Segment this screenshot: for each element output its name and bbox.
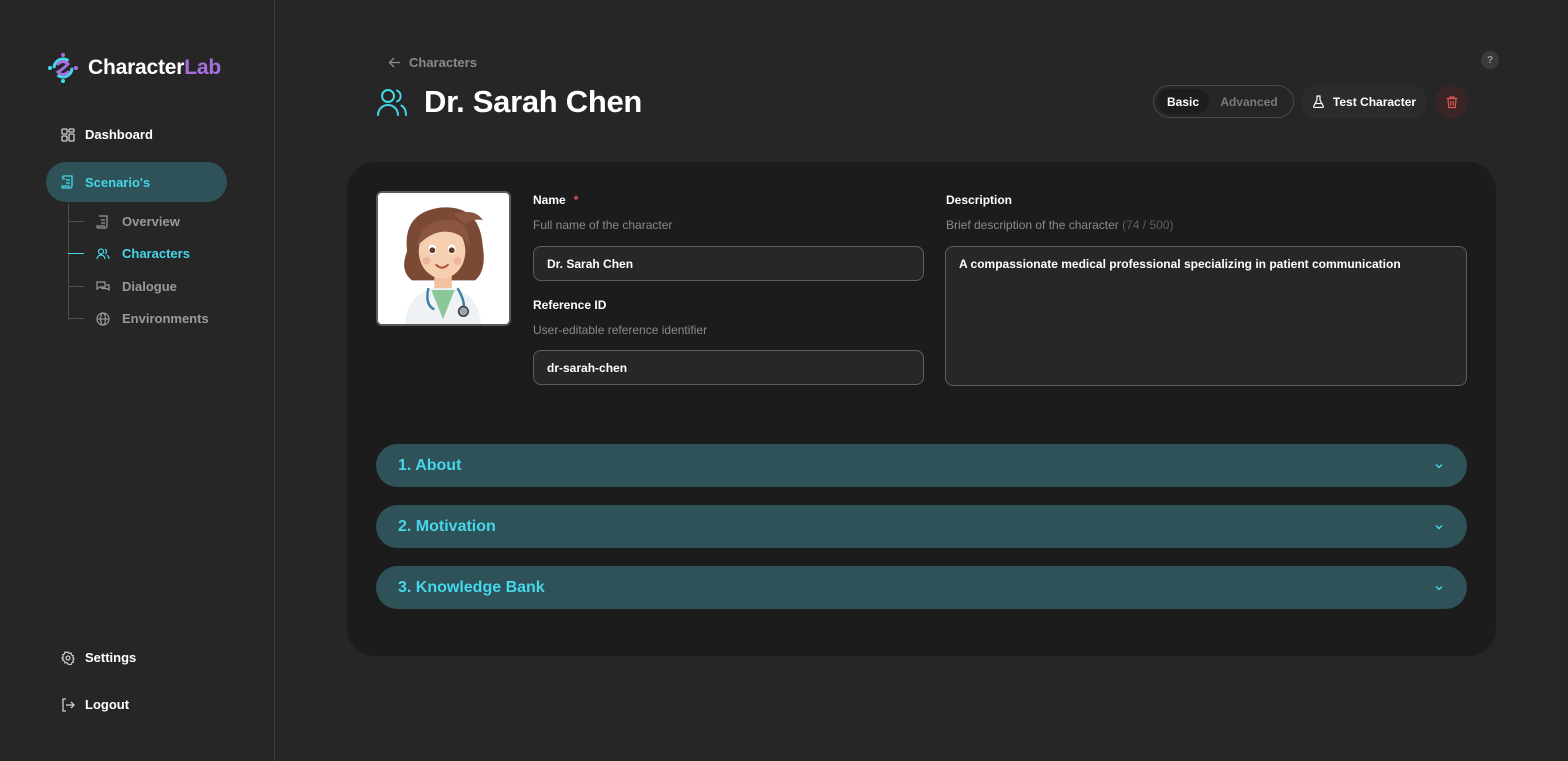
test-character-button[interactable]: Test Character: [1301, 85, 1427, 118]
breadcrumb-back[interactable]: Characters: [388, 55, 477, 70]
gear-icon: [61, 650, 75, 665]
chevron-down-icon: [1435, 463, 1443, 468]
logout-icon: [62, 697, 75, 712]
description-hint-text: Brief description of the character: [946, 218, 1119, 232]
description-label: Description: [946, 193, 1013, 207]
nav-scenarios-label: Scenario's: [85, 174, 151, 190]
app-logo[interactable]: CharacterLab: [46, 51, 221, 85]
tree-branch: [68, 286, 84, 287]
dashboard-icon: [61, 127, 75, 142]
scroll-icon: [61, 175, 73, 189]
name-input[interactable]: Dr. Sarah Chen: [533, 246, 924, 281]
reference-id-hint: User-editable reference identifier: [533, 323, 708, 337]
scroll-icon: [96, 214, 108, 229]
tree-branch: [68, 253, 84, 254]
nav-logout[interactable]: Logout: [61, 697, 129, 712]
sidebar-item-environments[interactable]: Environments: [68, 311, 209, 326]
delete-button[interactable]: [1435, 85, 1468, 118]
sidebar-item-overview-label: Overview: [122, 214, 180, 229]
section-about[interactable]: 1. About: [376, 444, 1467, 487]
mode-toggle: Basic Advanced: [1153, 85, 1294, 118]
description-hint: Brief description of the character (74 /…: [946, 218, 1173, 232]
help-button[interactable]: ?: [1481, 51, 1499, 69]
arrow-left-icon: [388, 57, 400, 68]
tree-branch: [68, 318, 84, 319]
sidebar-item-characters[interactable]: Characters: [68, 246, 190, 261]
section-about-title: 1. About: [398, 456, 462, 474]
tree-branch: [68, 221, 84, 222]
sidebar-item-overview[interactable]: Overview: [68, 214, 180, 229]
reference-id-input[interactable]: dr-sarah-chen: [533, 350, 924, 385]
description-char-count: (74 / 500): [1122, 218, 1174, 232]
doctor-portrait-image: [378, 193, 509, 324]
required-mark: *: [573, 193, 579, 207]
name-label-text: Name: [533, 193, 566, 207]
nav-settings[interactable]: Settings: [61, 650, 136, 665]
section-knowledge-bank-title: 3. Knowledge Bank: [398, 578, 545, 596]
sidebar: CharacterLab Dashboard Scenario's Overvi…: [0, 0, 275, 761]
name-label: Name *: [533, 193, 578, 207]
trash-icon: [1446, 95, 1457, 108]
nav-dashboard[interactable]: Dashboard: [61, 127, 153, 142]
mode-advanced-button[interactable]: Advanced: [1209, 89, 1289, 114]
nav-dashboard-label: Dashboard: [85, 127, 153, 142]
sidebar-item-dialogue-label: Dialogue: [122, 279, 177, 294]
page-title-row: Dr. Sarah Chen: [376, 84, 642, 120]
name-hint: Full name of the character: [533, 218, 673, 232]
nav-scenarios[interactable]: Scenario's: [46, 162, 227, 202]
sidebar-item-characters-label: Characters: [122, 246, 190, 261]
logo-icon: [48, 53, 78, 83]
section-motivation-title: 2. Motivation: [398, 517, 496, 535]
logo-text: CharacterLab: [88, 56, 221, 80]
chat-bubbles-icon: [96, 280, 110, 291]
section-motivation[interactable]: 2. Motivation: [376, 505, 1467, 548]
character-card: Name * Full name of the character Dr. Sar…: [347, 162, 1496, 656]
test-character-label: Test Character: [1332, 94, 1417, 109]
character-avatar[interactable]: [376, 191, 511, 326]
flask-icon: [1313, 95, 1324, 108]
section-knowledge-bank[interactable]: 3. Knowledge Bank: [376, 566, 1467, 609]
description-textarea[interactable]: A compassionate medical professional spe…: [945, 246, 1467, 386]
sidebar-item-dialogue[interactable]: Dialogue: [68, 279, 177, 294]
page-title: Dr. Sarah Chen: [424, 84, 643, 119]
reference-id-label: Reference ID: [533, 298, 607, 312]
nav-logout-label: Logout: [85, 697, 130, 712]
chevron-down-icon: [1435, 585, 1443, 590]
globe-icon: [96, 311, 110, 326]
nav-settings-label: Settings: [85, 650, 137, 665]
sidebar-item-environments-label: Environments: [122, 311, 209, 326]
users-icon: [96, 247, 110, 259]
breadcrumb-label: Characters: [409, 55, 477, 70]
users-icon: [377, 89, 407, 116]
logo-prefix: Character: [88, 56, 185, 79]
chevron-down-icon: [1435, 524, 1443, 529]
logo-suffix: Lab: [184, 56, 221, 79]
mode-basic-button[interactable]: Basic: [1157, 89, 1209, 114]
